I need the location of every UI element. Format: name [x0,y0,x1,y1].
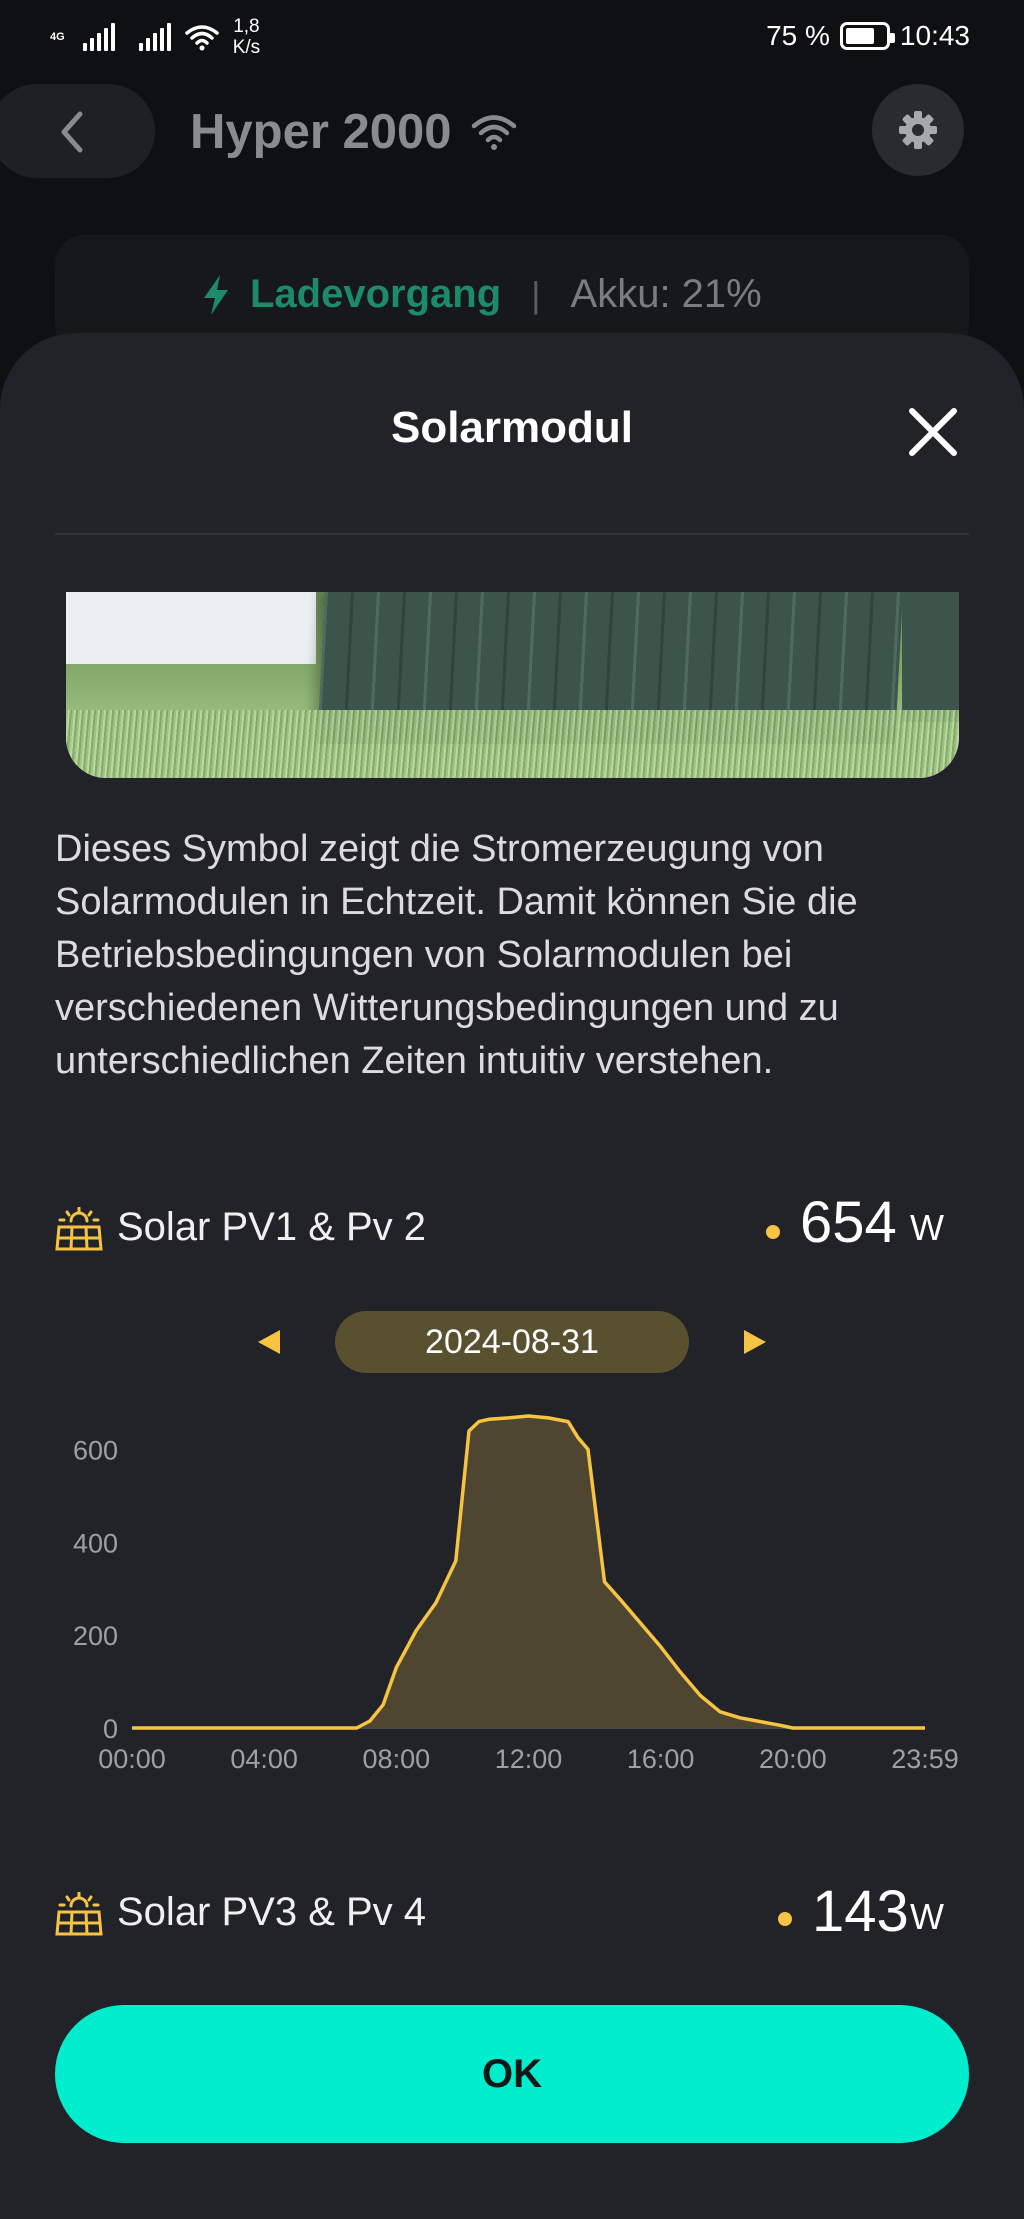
power-area [132,1416,925,1728]
x-tick-label: 16:00 [627,1744,695,1774]
battery-percent: 75 % [766,20,830,51]
solar-pv12-value: 654 [800,1190,897,1255]
cell-signal-2-icon [138,23,171,51]
status-bar-right: 75 % 10:43 [766,20,970,52]
battery-icon [839,22,895,50]
settings-button[interactable] [872,84,964,176]
x-tick-label: 00:00 [98,1744,166,1774]
x-tick-label: 04:00 [230,1744,298,1774]
date-selector[interactable]: 2024-08-31 [335,1311,689,1373]
close-button[interactable] [904,403,962,461]
y-tick-label: 0 [103,1714,118,1744]
solar-pv34-value: 143 [812,1879,909,1944]
device-status-row: Ladevorgang | Akku: 21% [200,272,762,317]
network-speed: 1,8 K/s [233,16,260,58]
status-bar-left: 4G 1,8 K/s [50,16,260,58]
back-button[interactable] [0,84,155,178]
clock: 10:43 [899,20,970,51]
device-title: Hyper 2000 [190,104,518,160]
battery-fill [845,28,875,44]
lightning-icon [204,274,228,315]
sheet-title: Solarmodul [390,403,634,452]
x-tick-label: 23:59 [891,1744,959,1774]
y-tick-label: 400 [73,1528,118,1558]
battery-status: Akku: 21% [570,272,762,316]
solar-panel-image [66,592,959,778]
status-divider: | [531,273,541,315]
y-tick-label: 200 [73,1621,118,1651]
solar-pv34-row: Solar PV3 & Pv 4 143 W [55,1879,969,1950]
solar-pv12-dot [766,1225,780,1239]
x-tick-label: 20:00 [759,1744,827,1774]
x-tick-label: 08:00 [363,1744,431,1774]
wifi-status-icon [184,25,219,51]
chevron-left-icon [61,111,83,153]
next-date-arrow-icon[interactable] [742,1328,768,1356]
solar-pv34-unit: W [910,1896,944,1937]
cell-signal-icon [82,23,115,51]
solar-pv34-label: Solar PV3 & Pv 4 [117,1890,427,1934]
solar-pv12-row: Solar PV1 & Pv 2 654 W [55,1190,969,1265]
x-tick-label: 12:00 [495,1744,563,1774]
solar-panel-icon [55,1207,103,1251]
status-bar: 4G 1,8 K/s 75 % 10:43 [0,0,1024,70]
ok-button[interactable]: OK [55,2005,969,2143]
gear-icon [899,111,937,149]
sheet-divider [55,533,969,535]
solar-pv34-dot [778,1912,792,1926]
close-icon [909,408,957,456]
prev-date-arrow-icon[interactable] [256,1328,282,1356]
date-navigation: 2024-08-31 [0,1311,1024,1373]
solar-pv12-label: Solar PV1 & Pv 2 [117,1205,427,1249]
power-chart: 0 200 400 600 00:00 04:00 08:00 12:00 16:00 20:00… [73,1414,959,1774]
solar-panel-icon [55,1892,103,1936]
charging-status: Ladevorgang [250,272,502,316]
description-text: Dieses Symbol zeigt die Stromerzeugung v… [55,828,858,1082]
network-speed-value: 1,8 [233,16,260,37]
wifi-icon [471,115,516,150]
device-name: Hyper 2000 [190,105,452,159]
y-tick-label: 600 [73,1435,118,1465]
network-type-label: 4G [50,30,65,43]
network-speed-unit: K/s [232,37,261,58]
solar-pv12-unit: W [910,1207,944,1248]
